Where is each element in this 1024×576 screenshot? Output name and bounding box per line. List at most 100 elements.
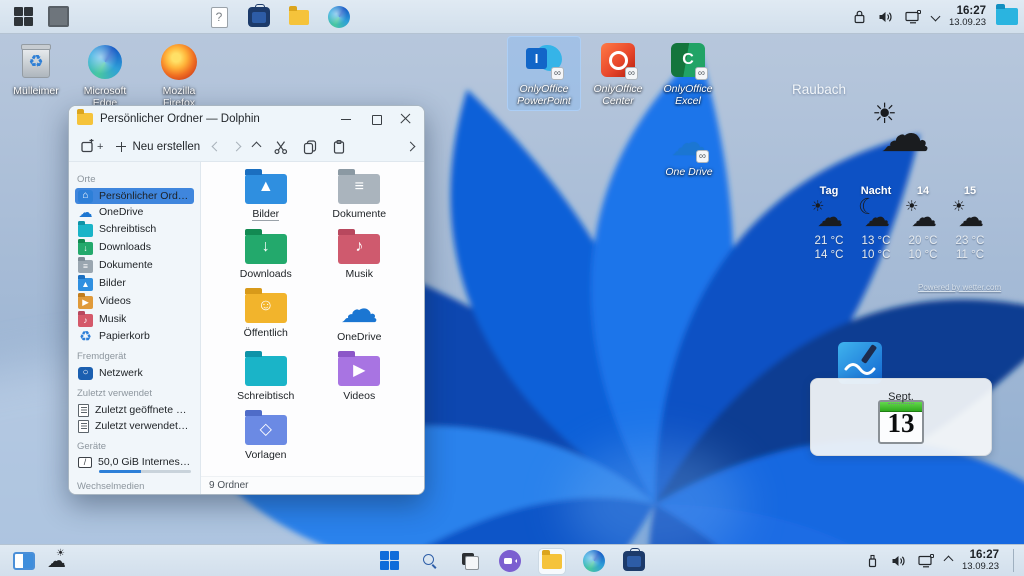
close-button[interactable] — [400, 113, 412, 125]
calendar-icon: 13 — [878, 400, 924, 444]
folder-item-schreibtisch[interactable]: Schreibtisch — [219, 356, 313, 402]
sidebar-item-home[interactable]: Persönlicher Ordner — [75, 188, 194, 204]
desktop-icon-oo-excel[interactable]: C OnlyOffice Excel — [653, 37, 723, 110]
back-button[interactable] — [212, 142, 222, 152]
usb-icon[interactable] — [865, 553, 880, 569]
minimize-button[interactable] — [340, 113, 352, 125]
weather-attribution-link[interactable]: Powered by wetter.com — [918, 283, 1001, 292]
edge-task-icon[interactable] — [328, 6, 350, 28]
help-file-icon[interactable] — [208, 6, 230, 28]
hard-drive-icon — [78, 457, 92, 468]
desktop-icon-edge[interactable]: Microsoft Edge — [70, 39, 140, 112]
onlyoffice-center-icon — [597, 40, 639, 80]
panel-task-icons — [208, 0, 350, 34]
file-manager-button[interactable] — [538, 548, 566, 575]
clock-date: 13.09.23 — [962, 562, 999, 572]
folder-item-vorlagen[interactable]: Vorlagen — [219, 415, 313, 461]
section-fremdgeraet: Fremdgerät — [77, 351, 192, 362]
desktop-icon-oo-powerpoint[interactable]: I OnlyOffice PowerPoint — [508, 37, 580, 110]
folder-item-bilder[interactable]: Bilder — [219, 174, 313, 221]
forward-button[interactable] — [232, 142, 242, 152]
folder-item-musik[interactable]: Musik — [313, 234, 407, 280]
sidebar-item-downloads[interactable]: Downloads — [75, 238, 194, 256]
pictures-folder-icon — [78, 278, 93, 291]
sun-cloud-icon — [810, 197, 848, 233]
window-titlebar[interactable]: Persönlicher Ordner — Dolphin — [69, 106, 424, 132]
create-new-button[interactable]: Neu erstellen — [116, 141, 200, 153]
shortcut-emblem-icon — [696, 150, 709, 163]
sidebar-item-network[interactable]: Netzwerk — [75, 365, 194, 381]
chat-button[interactable] — [498, 549, 522, 573]
sidebar-item-trash[interactable]: Papierkorb — [75, 328, 194, 344]
onedrive-cloud-icon — [338, 293, 380, 327]
sun-cloud-icon — [904, 197, 942, 233]
desktop-icon-firefox[interactable]: Mozilla Firefox — [144, 39, 214, 112]
network-icon[interactable] — [904, 9, 922, 25]
sidebar-item-videos[interactable]: Videos — [75, 292, 194, 310]
folder-item-oeffentlich[interactable]: Öffentlich — [219, 293, 313, 343]
sun-cloud-icon — [951, 197, 989, 233]
sidebar-item-onedrive[interactable]: OneDrive — [75, 204, 194, 220]
desktop-icon-oo-center[interactable]: OnlyOffice Center — [583, 37, 653, 110]
show-desktop-button[interactable] — [1013, 549, 1018, 571]
weather-widget[interactable]: Raubach Tag 21 °C 14 °C Nacht 13 °C 10 °… — [788, 82, 1012, 261]
firefox-icon — [158, 42, 200, 82]
taskbar-clock[interactable]: 16:27 13.09.23 — [962, 549, 999, 571]
paste-button[interactable] — [331, 139, 347, 155]
sidebar-item-recent-files[interactable]: Zuletzt geöffnete Date... — [75, 402, 194, 418]
up-button[interactable] — [252, 142, 262, 152]
folder-task-icon[interactable] — [288, 6, 310, 28]
sidebar-item-music[interactable]: Musik — [75, 310, 194, 328]
toolbar-overflow-button[interactable] — [406, 142, 416, 152]
home-icon — [78, 190, 93, 203]
search-button[interactable] — [418, 549, 442, 573]
cut-button[interactable] — [273, 139, 289, 155]
panel-clock[interactable]: 16:27 13.09.23 — [949, 5, 986, 27]
copy-button[interactable] — [302, 139, 318, 155]
desktop-folder-icon — [245, 356, 287, 386]
sidebar-item-pictures[interactable]: Bilder — [75, 274, 194, 292]
folder-item-videos[interactable]: Videos — [313, 356, 407, 402]
documents-folder-icon — [78, 260, 93, 273]
toolbox-button[interactable] — [622, 549, 646, 573]
question-doc-icon — [211, 7, 228, 28]
desktop[interactable]: Mülleimer Microsoft Edge Mozilla Firefox… — [0, 34, 1024, 544]
desktop-icon-onedrive[interactable]: One Drive — [656, 120, 722, 181]
calendar-widget[interactable]: Sept. 13 — [810, 378, 992, 456]
sidebar-item-documents[interactable]: Dokumente — [75, 256, 194, 274]
network-icon[interactable] — [917, 553, 935, 569]
moon-cloud-icon — [857, 197, 895, 233]
clock-time: 16:27 — [949, 5, 986, 17]
plus-icon — [116, 142, 126, 152]
weather-current-icon — [788, 99, 1012, 171]
volume-icon[interactable] — [877, 9, 894, 25]
sidebar-item-recent-locations[interactable]: Zuletzt verwendete Orte — [75, 418, 194, 434]
folder-item-dokumente[interactable]: Dokumente — [313, 174, 407, 221]
section-geraete: Geräte — [77, 441, 192, 452]
sidebar-item-internal-drive[interactable]: 50,0 GiB Internes Lauf... — [75, 455, 194, 474]
task-view-button[interactable] — [458, 549, 482, 573]
pager-widget[interactable] — [48, 6, 69, 27]
panel-folder-widget[interactable] — [996, 6, 1018, 28]
volume-icon[interactable] — [890, 553, 907, 569]
toolbox-icon[interactable] — [248, 6, 270, 28]
keyring-icon[interactable] — [852, 9, 867, 25]
start-button[interactable] — [14, 7, 34, 27]
folder-item-downloads[interactable]: Downloads — [219, 234, 313, 280]
status-bar: 9 Ordner — [201, 476, 424, 494]
maximize-button[interactable] — [370, 113, 382, 125]
edge-button[interactable] — [582, 549, 606, 573]
recycle-icon — [78, 330, 93, 343]
status-text: 9 Ordner — [209, 480, 248, 491]
new-tab-button[interactable]: + — [79, 139, 103, 154]
expand-tray-icon[interactable] — [931, 12, 941, 22]
expand-tray-icon[interactable] — [944, 556, 954, 566]
folder-view[interactable]: Bilder Dokumente Downloads Musik — [201, 162, 424, 494]
calendar-month: Sept. — [888, 391, 914, 404]
sidebar-item-desktop[interactable]: Schreibtisch — [75, 220, 194, 238]
start-button[interactable] — [378, 549, 402, 573]
weather-col-15: 15 23 °C 11 °C — [951, 185, 989, 261]
recent-files-icon — [78, 404, 89, 417]
folder-item-onedrive[interactable]: OneDrive — [313, 293, 407, 343]
desktop-icon-trash[interactable]: Mülleimer — [4, 39, 68, 100]
